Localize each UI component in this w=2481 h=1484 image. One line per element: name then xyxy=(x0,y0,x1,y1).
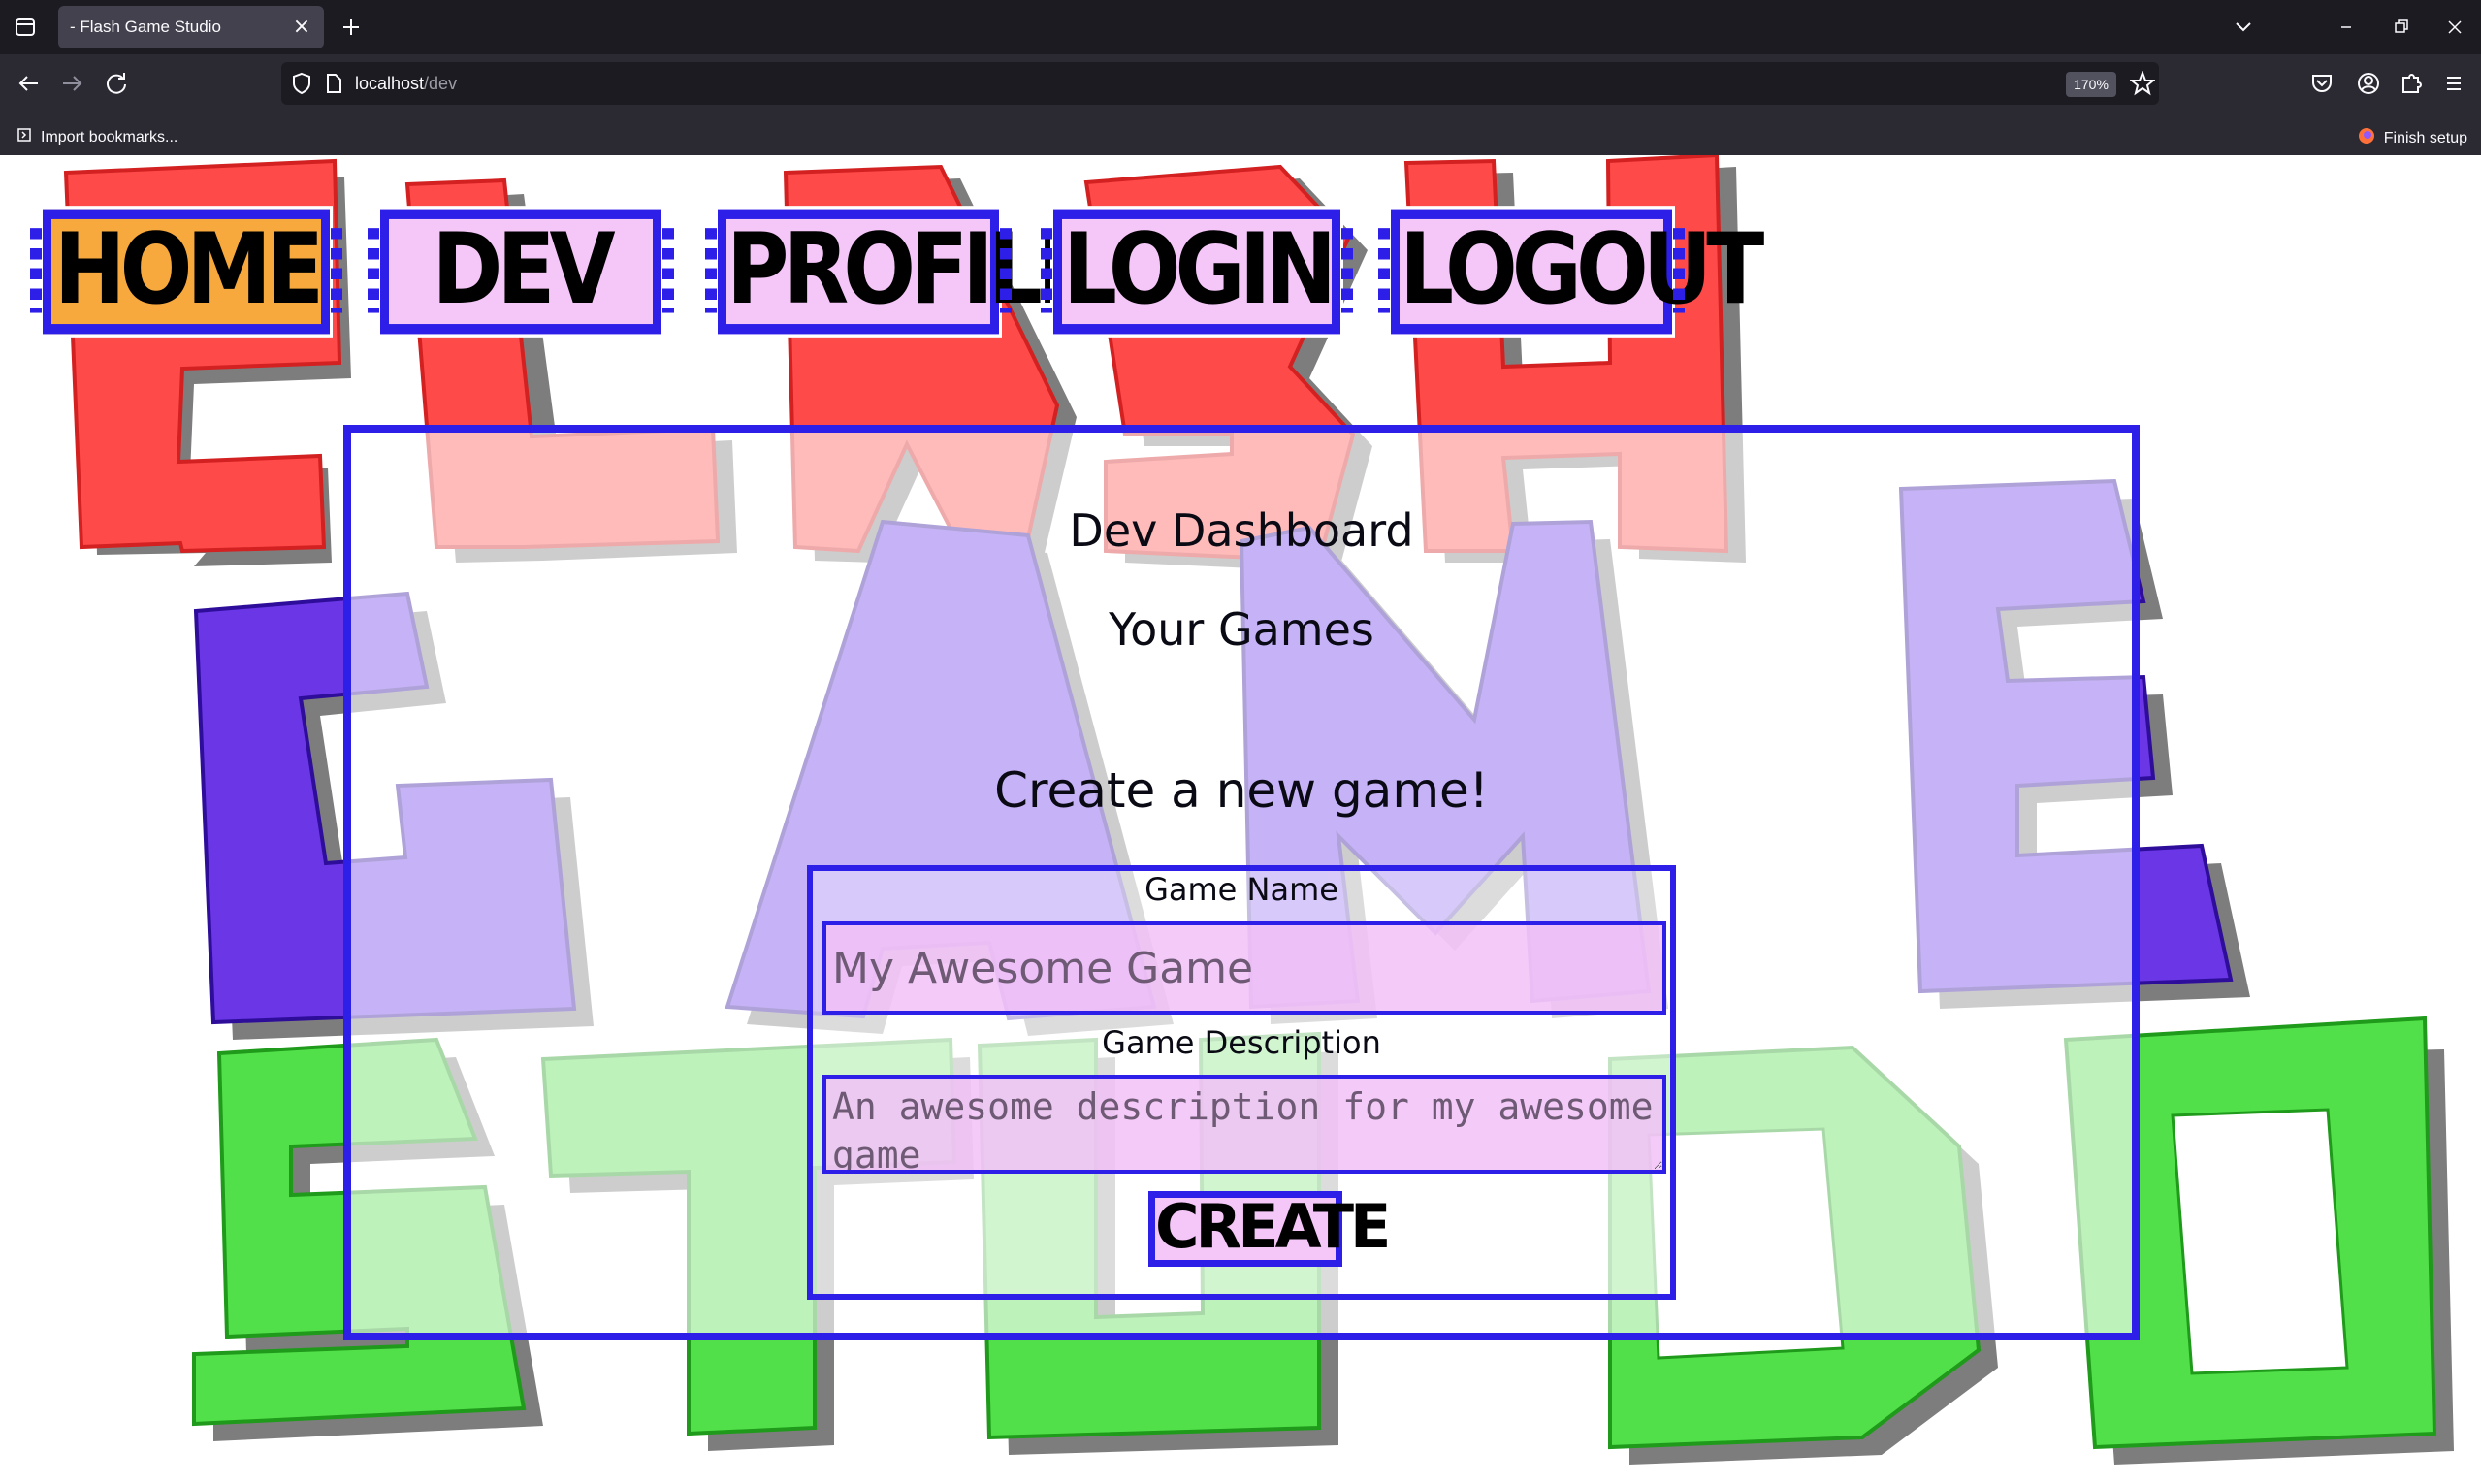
create-game-form: Game Name Game Description CREATE xyxy=(807,865,1676,1300)
url-path: /dev xyxy=(424,74,458,93)
your-games-heading: Your Games xyxy=(1109,603,1374,656)
game-name-label: Game Name xyxy=(1144,871,1338,908)
zoom-level[interactable]: 170% xyxy=(2066,72,2116,97)
import-icon xyxy=(16,126,33,148)
chevron-down-icon[interactable] xyxy=(2227,12,2260,43)
star-icon[interactable] xyxy=(2129,70,2156,100)
back-arrow-icon[interactable] xyxy=(10,64,48,103)
nav-logout-button[interactable]: LOGOUT xyxy=(1378,209,1764,335)
reload-icon[interactable] xyxy=(97,64,136,103)
tab-list-icon[interactable] xyxy=(10,12,41,43)
page-content: HOME DEV PROFILE LOGIN LOGOUT Dev Dashbo… xyxy=(0,155,2481,1484)
url-text[interactable]: localhost/dev xyxy=(355,74,457,94)
forward-arrow-icon[interactable] xyxy=(52,64,91,103)
plus-icon[interactable] xyxy=(336,12,367,43)
game-description-input[interactable] xyxy=(822,1075,1666,1174)
nav-home-button[interactable]: HOME xyxy=(30,209,342,335)
window-close-icon[interactable] xyxy=(2438,12,2471,43)
account-icon[interactable] xyxy=(2349,64,2388,103)
extensions-icon[interactable] xyxy=(2392,64,2431,103)
import-bookmarks-label: Import bookmarks... xyxy=(41,128,178,145)
bookmarks-toolbar: Import bookmarks... Finish setup xyxy=(0,114,2481,155)
finish-setup-link[interactable]: Finish setup xyxy=(2357,126,2467,150)
game-name-input[interactable] xyxy=(822,921,1666,1015)
finish-setup-label: Finish setup xyxy=(2383,129,2467,146)
page-title: Dev Dashboard xyxy=(1069,504,1414,557)
create-game-button[interactable]: CREATE xyxy=(1148,1191,1391,1267)
nav-profile-button[interactable]: PROFILE xyxy=(705,209,1095,335)
browser-tab[interactable]: - Flash Game Studio × xyxy=(58,6,324,48)
restore-icon[interactable] xyxy=(2384,12,2417,43)
menu-icon[interactable] xyxy=(2434,64,2473,103)
page-icon xyxy=(324,73,343,98)
nav-dev-button[interactable]: DEV xyxy=(368,209,674,335)
nav-login-button[interactable]: LOGIN xyxy=(1041,209,1353,335)
pocket-icon[interactable] xyxy=(2303,64,2341,103)
url-host: localhost xyxy=(355,74,425,93)
shield-icon[interactable] xyxy=(291,72,312,99)
address-bar[interactable]: localhost/dev 170% xyxy=(281,62,2159,105)
close-icon[interactable]: × xyxy=(289,15,314,40)
game-description-label: Game Description xyxy=(1102,1024,1381,1061)
dev-dashboard-panel: Dev Dashboard Your Games Create a new ga… xyxy=(343,425,2140,1340)
navigation-bar: localhost/dev 170% Import bookmarks... F… xyxy=(0,54,2481,155)
import-bookmarks-link[interactable]: Import bookmarks... xyxy=(16,126,177,148)
firefox-icon xyxy=(2357,126,2376,150)
tab-bar: - Flash Game Studio × xyxy=(0,0,2481,54)
create-game-heading: Create a new game! xyxy=(994,762,1489,819)
tab-title: - Flash Game Studio xyxy=(70,17,221,36)
minimize-icon[interactable] xyxy=(2330,12,2363,43)
